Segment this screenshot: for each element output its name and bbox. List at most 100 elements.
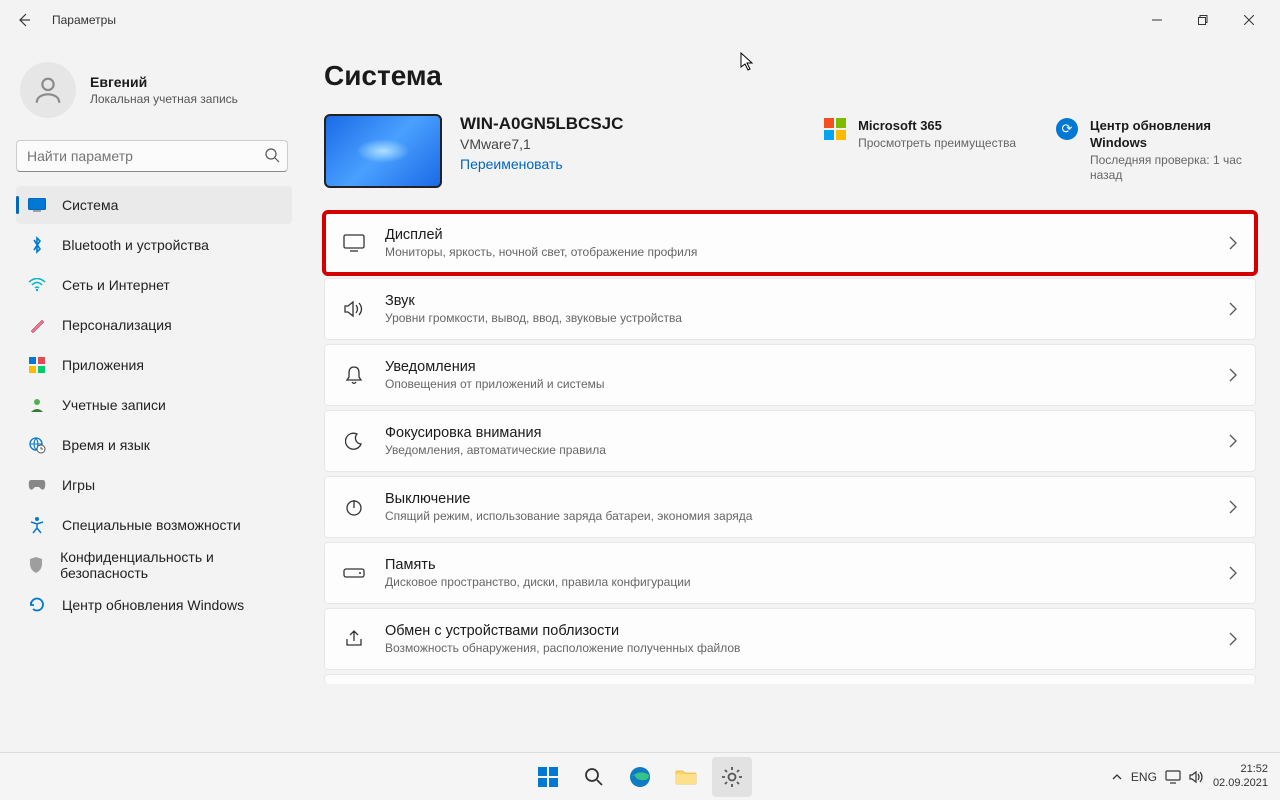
device-thumbnail xyxy=(324,114,442,188)
nav-system[interactable]: Система xyxy=(16,186,292,224)
settings-rows: Дисплей Мониторы, яркость, ночной свет, … xyxy=(324,212,1256,684)
shield-icon xyxy=(28,556,44,574)
minimize-button[interactable] xyxy=(1134,4,1180,36)
row-subtitle: Дисковое пространство, диски, правила ко… xyxy=(385,575,1229,589)
row-title: Память xyxy=(385,557,1229,573)
power-icon xyxy=(343,496,365,518)
nav-accessibility[interactable]: Специальные возможности xyxy=(16,506,292,544)
clock[interactable]: 21:52 02.09.2021 xyxy=(1213,763,1268,789)
row-sound[interactable]: Звук Уровни громкости, вывод, ввод, звук… xyxy=(324,278,1256,340)
chevron-right-icon xyxy=(1229,632,1237,646)
maximize-button[interactable] xyxy=(1180,4,1226,36)
nav-network[interactable]: Сеть и Интернет xyxy=(16,266,292,304)
windows-update-link[interactable]: ⟳ Центр обновления Windows Последняя про… xyxy=(1056,118,1256,184)
nav-label: Сеть и Интернет xyxy=(62,277,170,293)
display-tray-icon[interactable] xyxy=(1165,770,1181,784)
rename-link[interactable]: Переименовать xyxy=(460,156,623,172)
nav-label: Bluetooth и устройства xyxy=(62,237,209,253)
row-title: Звук xyxy=(385,293,1229,309)
row-notifications[interactable]: Уведомления Оповещения от приложений и с… xyxy=(324,344,1256,406)
nav-accounts[interactable]: Учетные записи xyxy=(16,386,292,424)
page-title: Система xyxy=(324,60,1256,92)
nav-apps[interactable]: Приложения xyxy=(16,346,292,384)
settings-button[interactable] xyxy=(712,757,752,797)
back-button[interactable] xyxy=(8,4,40,36)
taskbar: ENG 21:52 02.09.2021 xyxy=(0,752,1280,800)
search-input[interactable] xyxy=(16,140,288,172)
nav-label: Центр обновления Windows xyxy=(62,597,244,613)
search-button[interactable] xyxy=(574,757,614,797)
main-content: Система WIN-A0GN5LBCSJC VMware7,1 Переим… xyxy=(300,40,1280,752)
windows-logo-icon xyxy=(538,767,558,787)
sound-icon xyxy=(343,298,365,320)
nav-label: Специальные возможности xyxy=(62,517,241,533)
row-title: Уведомления xyxy=(385,359,1229,375)
chevron-right-icon xyxy=(1229,236,1237,250)
search-icon xyxy=(584,767,604,787)
start-button[interactable] xyxy=(528,757,568,797)
nav-bluetooth[interactable]: Bluetooth и устройства xyxy=(16,226,292,264)
volume-tray-icon[interactable] xyxy=(1189,770,1205,784)
nav-label: Игры xyxy=(62,477,95,493)
nav-time-language[interactable]: Время и язык xyxy=(16,426,292,464)
row-subtitle: Оповещения от приложений и системы xyxy=(385,377,1229,391)
chevron-right-icon xyxy=(1229,500,1237,514)
sync-icon: ⟳ xyxy=(1056,118,1078,140)
minimize-icon xyxy=(1152,15,1162,25)
chevron-right-icon xyxy=(1229,434,1237,448)
row-power[interactable]: Выключение Спящий режим, использование з… xyxy=(324,476,1256,538)
device-model: VMware7,1 xyxy=(460,136,623,152)
nav-label: Персонализация xyxy=(62,317,172,333)
nav-label: Система xyxy=(62,197,118,213)
gear-icon xyxy=(721,766,743,788)
storage-icon xyxy=(343,562,365,584)
ms365-subtitle: Просмотреть преимущества xyxy=(858,136,1016,152)
device-name: WIN-A0GN5LBCSJC xyxy=(460,114,623,134)
user-block[interactable]: Евгений Локальная учетная запись xyxy=(16,56,292,136)
row-subtitle: Мониторы, яркость, ночной свет, отображе… xyxy=(385,245,1229,259)
row-title: Дисплей xyxy=(385,227,1229,243)
chevron-right-icon xyxy=(1229,566,1237,580)
system-icon xyxy=(28,196,46,214)
wifi-icon xyxy=(28,276,46,294)
ms365-title: Microsoft 365 xyxy=(858,118,1016,135)
sidebar: Евгений Локальная учетная запись Система… xyxy=(0,40,300,752)
nav-gaming[interactable]: Игры xyxy=(16,466,292,504)
row-nearby-sharing[interactable]: Обмен с устройствами поблизости Возможно… xyxy=(324,608,1256,670)
nav-windows-update[interactable]: Центр обновления Windows xyxy=(16,586,292,624)
row-subtitle: Возможность обнаружения, расположение по… xyxy=(385,641,1229,655)
arrow-left-icon xyxy=(16,12,32,28)
explorer-button[interactable] xyxy=(666,757,706,797)
close-icon xyxy=(1244,15,1254,25)
device-header: WIN-A0GN5LBCSJC VMware7,1 Переименовать … xyxy=(324,114,1256,188)
bluetooth-icon xyxy=(28,236,46,254)
nav-personalization[interactable]: Персонализация xyxy=(16,306,292,344)
edge-icon xyxy=(629,766,651,788)
row-display[interactable]: Дисплей Мониторы, яркость, ночной свет, … xyxy=(324,212,1256,274)
row-subtitle: Спящий режим, использование заряда батар… xyxy=(385,509,1229,523)
account-icon xyxy=(28,396,46,414)
close-button[interactable] xyxy=(1226,4,1272,36)
avatar xyxy=(20,62,76,118)
share-icon xyxy=(343,628,365,650)
time: 21:52 xyxy=(1213,763,1268,776)
nav-privacy[interactable]: Конфиденциальность и безопасность xyxy=(16,546,292,584)
nav-label: Учетные записи xyxy=(62,397,166,413)
row-storage[interactable]: Память Дисковое пространство, диски, пра… xyxy=(324,542,1256,604)
user-name: Евгений xyxy=(90,74,238,90)
language-indicator[interactable]: ENG xyxy=(1131,770,1157,784)
row-focus-assist[interactable]: Фокусировка внимания Уведомления, автома… xyxy=(324,410,1256,472)
nav-label: Время и язык xyxy=(62,437,150,453)
microsoft-365-link[interactable]: Microsoft 365 Просмотреть преимущества xyxy=(824,118,1016,151)
edge-button[interactable] xyxy=(620,757,660,797)
chevron-right-icon xyxy=(1229,302,1237,316)
update-icon xyxy=(28,596,46,614)
chevron-up-icon[interactable] xyxy=(1111,771,1123,783)
gamepad-icon xyxy=(28,476,46,494)
date: 02.09.2021 xyxy=(1213,777,1268,790)
display-icon xyxy=(343,232,365,254)
bell-icon xyxy=(343,364,365,386)
row-subtitle: Уровни громкости, вывод, ввод, звуковые … xyxy=(385,311,1229,325)
row-partial[interactable] xyxy=(324,674,1256,684)
microsoft-logo-icon xyxy=(824,118,846,140)
